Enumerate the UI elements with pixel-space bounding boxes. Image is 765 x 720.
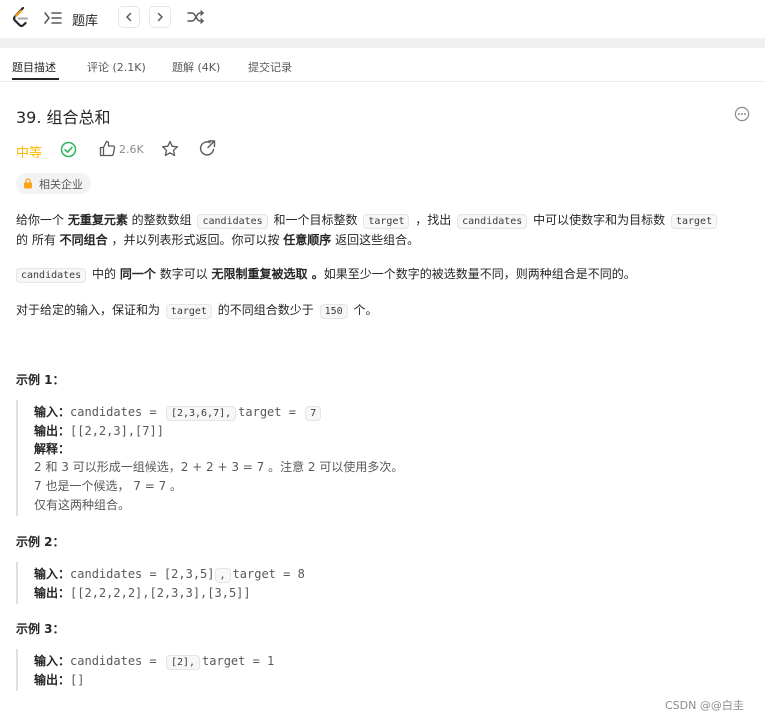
- lock-icon: [24, 178, 32, 189]
- example-1-title: 示例 1：: [16, 373, 65, 387]
- chevron-right-icon: [157, 12, 163, 22]
- tab-submissions[interactable]: 提交记录: [248, 59, 292, 75]
- example-1-explain-line-3: 仅有这两种组合。: [34, 498, 131, 512]
- thumbs-up-icon[interactable]: [99, 140, 116, 157]
- example-2-block: 输入：candidates = [2,3,5], target = 8 输出：[[…: [16, 562, 516, 604]
- example-2-title: 示例 2：: [16, 535, 65, 549]
- example-1-input: 输入：candidates = [2,3,6,7], target = 7: [34, 403, 323, 421]
- difficulty-badge: 中等: [16, 146, 43, 161]
- example-1-block: 输入：candidates = [2,3,6,7], target = 7 输出：…: [16, 400, 516, 516]
- problem-list-icon[interactable]: [43, 10, 63, 26]
- example-1-explain-line-1: 2 和 3 可以形成一组候选，2 + 2 + 3 = 7 。注意 2 可以使用多…: [34, 460, 404, 474]
- solved-check-icon: [60, 141, 77, 158]
- top-bar: 题库: [0, 0, 765, 38]
- leetcode-logo-icon[interactable]: [12, 7, 30, 29]
- example-2-output: 输出：[[2,2,2,2],[2,3,3],[3,5]]: [34, 586, 251, 600]
- tab-solutions[interactable]: 题解 (4K): [172, 59, 220, 75]
- description-paragraph-3: 对于给定的输入，保证和为 target 的不同组合数少于 150 个。: [16, 303, 378, 319]
- tab-bar: 题目描述 评论 (2.1K) 题解 (4K) 提交记录: [0, 48, 765, 82]
- description-paragraph-1-cont: 的 所有 不同组合 ，并以列表形式返回。你可以按 任意顺序 返回这些组合。: [16, 233, 420, 247]
- share-icon[interactable]: [199, 140, 216, 157]
- example-3-output: 输出：[]: [34, 673, 85, 687]
- example-1-explain-line-2: 7 也是一个候选， 7 = 7 。: [34, 479, 183, 493]
- example-3-input: 输入：candidates = [2], target = 1: [34, 654, 275, 670]
- example-2-input: 输入：candidates = [2,3,5], target = 8: [34, 567, 305, 583]
- problem-list-label[interactable]: 题库: [72, 10, 98, 29]
- chevron-left-icon: [126, 12, 132, 22]
- active-tab-indicator: [12, 78, 59, 80]
- more-options-icon[interactable]: [734, 106, 750, 122]
- next-problem-button[interactable]: [149, 6, 171, 28]
- page-title: 39. 组合总和: [16, 108, 111, 127]
- favorite-star-icon[interactable]: [161, 140, 179, 158]
- example-1-explain-label: 解释：: [34, 442, 71, 456]
- shuffle-icon[interactable]: [187, 9, 205, 25]
- prev-problem-button[interactable]: [118, 6, 140, 28]
- example-1-output: 输出：[[2,2,3],[7]]: [34, 424, 164, 438]
- description-paragraph-2: candidates 中的 同一个 数字可以 无限制重复被选取 。如果至少一个数…: [16, 264, 636, 286]
- description-paragraph-1: 给你一个 无重复元素 的整数数组 candidates 和一个目标整数 targ…: [16, 210, 719, 232]
- like-count: 2.6K: [119, 143, 144, 156]
- tab-comments[interactable]: 评论 (2.1K): [87, 59, 146, 75]
- tab-description[interactable]: 题目描述: [12, 59, 56, 75]
- watermark: CSDN @@白圭: [665, 699, 744, 712]
- topbar-divider: [0, 38, 765, 48]
- example-3-title: 示例 3：: [16, 622, 65, 636]
- example-3-block: 输入：candidates = [2], target = 1 输出：[]: [16, 649, 516, 691]
- related-companies-tag[interactable]: 相关企业: [16, 173, 91, 194]
- related-companies-label: 相关企业: [39, 177, 83, 191]
